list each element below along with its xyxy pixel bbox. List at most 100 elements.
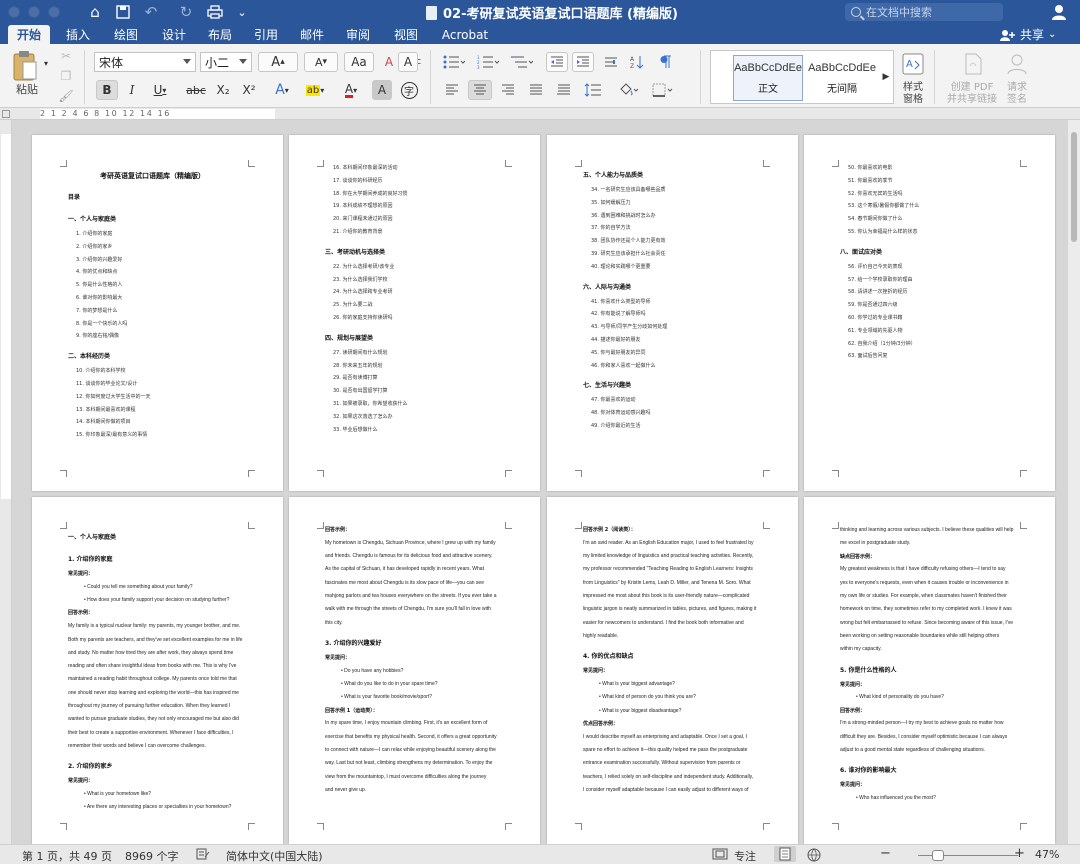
home-icon[interactable]: ⌂ bbox=[85, 2, 105, 22]
justify-button[interactable] bbox=[524, 80, 548, 100]
search-field[interactable] bbox=[845, 3, 1003, 21]
tab-review[interactable]: 审阅 bbox=[338, 25, 378, 44]
vertical-scrollbar[interactable] bbox=[1068, 120, 1080, 844]
increase-indent-button[interactable] bbox=[572, 52, 594, 72]
char-border-button[interactable]: A bbox=[398, 52, 418, 72]
tab-draw[interactable]: 绘图 bbox=[106, 25, 146, 44]
superscript-button[interactable]: X² bbox=[238, 80, 260, 100]
style-no-spacing[interactable]: AaBbCcDdEe 无间隔 bbox=[807, 55, 877, 101]
language-status[interactable]: 简体中文(中国大陆) bbox=[226, 848, 323, 864]
text-effects-button[interactable]: A ▾ bbox=[268, 80, 296, 100]
focus-mode-label[interactable]: 专注 bbox=[734, 848, 756, 864]
styles-more-chevron-icon[interactable]: ▶ bbox=[879, 67, 893, 87]
align-right-button[interactable] bbox=[496, 80, 520, 100]
highlight-button[interactable]: ab ▾ bbox=[300, 80, 330, 100]
decrease-indent-button[interactable] bbox=[546, 52, 568, 72]
scrollbar-thumb[interactable] bbox=[1071, 132, 1077, 242]
zoom-in-icon[interactable]: + bbox=[1014, 846, 1025, 861]
grow-font-button[interactable]: A ▴ bbox=[258, 52, 298, 72]
cut-icon[interactable]: ✂ bbox=[58, 48, 74, 64]
tab-stop-selector-icon[interactable] bbox=[2, 110, 10, 118]
document-canvas[interactable]: 考研英语复试口语题库（精编版） 目录 一、个人与家庭类 1. 介绍你的家庭 2. 介绍你… bbox=[12, 121, 1068, 844]
show-marks-button[interactable] bbox=[654, 52, 676, 72]
bold-button[interactable]: B bbox=[96, 80, 118, 100]
subscript-button[interactable]: X₂ bbox=[212, 80, 234, 100]
strikethrough-button[interactable]: abc bbox=[182, 80, 210, 100]
multilevel-list-icon bbox=[511, 56, 533, 68]
save-icon[interactable] bbox=[113, 2, 133, 22]
document-page[interactable]: 50. 你最喜欢的电影 51. 你最喜欢的季节 52. 你喜欢无宾的生活吗 53. 这… bbox=[804, 135, 1055, 491]
zoom-window-button[interactable] bbox=[48, 6, 60, 18]
change-case-button[interactable]: Aa bbox=[344, 52, 374, 72]
customize-toolbar-icon[interactable]: ⌄ bbox=[232, 2, 252, 22]
tab-acrobat[interactable]: Acrobat bbox=[436, 25, 494, 44]
italic-button[interactable]: I bbox=[122, 80, 142, 100]
close-window-button[interactable] bbox=[8, 6, 20, 18]
shading-button[interactable] bbox=[614, 80, 644, 100]
tab-insert[interactable]: 插入 bbox=[58, 25, 98, 44]
sort-button[interactable]: AZ bbox=[626, 52, 648, 72]
document-page[interactable]: 16. 本科期间印象最深的活动 17. 谈谈你的科研经历 18. 你在大学期间养成的… bbox=[289, 135, 540, 491]
print-layout-view-icon[interactable] bbox=[774, 846, 796, 862]
numbering-button[interactable]: 123 bbox=[474, 52, 502, 72]
tab-home[interactable]: 开始 bbox=[8, 25, 50, 44]
request-signature-button[interactable] bbox=[1004, 50, 1030, 78]
search-input[interactable] bbox=[866, 5, 986, 19]
enclose-char-button[interactable]: 字 bbox=[398, 80, 420, 100]
tab-references[interactable]: 引用 bbox=[246, 25, 286, 44]
horizontal-ruler[interactable]: 2 1 2 4 6 8 10 12 14 16 bbox=[0, 108, 1080, 120]
undo-icon[interactable]: ↶ bbox=[141, 2, 161, 22]
style-normal[interactable]: AaBbCcDdEe 正文 bbox=[733, 55, 803, 101]
tab-view[interactable]: 视图 bbox=[386, 25, 426, 44]
align-center-button[interactable] bbox=[468, 80, 492, 100]
account-icon[interactable] bbox=[1050, 3, 1068, 21]
page-text-line: 16. 本科期间印象最深的活动 bbox=[333, 165, 398, 171]
word-count[interactable]: 8969 个字 bbox=[125, 848, 179, 864]
distributed-button[interactable] bbox=[552, 80, 576, 100]
page-count[interactable]: 第 1 页，共 49 页 bbox=[22, 848, 112, 864]
document-page[interactable]: thinking and learning across various sub… bbox=[804, 497, 1055, 844]
document-page[interactable]: 回答示例： My hometown is Chengdu, Sichuan Pro… bbox=[289, 497, 540, 844]
focus-mode-icon[interactable] bbox=[712, 848, 728, 863]
proofing-icon[interactable] bbox=[196, 848, 210, 863]
tab-layout[interactable]: 布局 bbox=[200, 25, 240, 44]
vertical-ruler[interactable] bbox=[0, 120, 12, 844]
tab-design[interactable]: 设计 bbox=[154, 25, 194, 44]
page-text-line: maintained a reading habit throughout co… bbox=[68, 676, 237, 683]
print-icon[interactable] bbox=[205, 2, 225, 22]
font-size-select[interactable]: 小二 bbox=[200, 52, 252, 72]
char-shading-button[interactable]: A bbox=[372, 80, 392, 100]
chinese-layout-button[interactable] bbox=[600, 52, 622, 72]
zoom-out-icon[interactable]: − bbox=[880, 846, 891, 861]
share-button[interactable]: 共享 ⌄ bbox=[1000, 25, 1056, 44]
styles-pane-button[interactable]: A bbox=[900, 50, 926, 78]
paste-options-chevron-icon[interactable]: ▾ bbox=[42, 58, 50, 68]
underline-button[interactable]: U ▾ bbox=[146, 80, 174, 100]
copy-icon[interactable]: ❐ bbox=[58, 68, 74, 84]
zoom-level[interactable]: 47% bbox=[1035, 848, 1059, 861]
page-text-line: thinking and learning across various sub… bbox=[840, 527, 1014, 533]
create-pdf-button[interactable] bbox=[960, 50, 986, 78]
zoom-slider-thumb[interactable] bbox=[932, 850, 944, 861]
format-painter-icon[interactable]: 🖌 bbox=[58, 88, 74, 104]
document-page[interactable]: 五、个人能力与品质类 34. 一名研究生应该具备哪些品质 35. 如何缓解压力 36.… bbox=[547, 135, 798, 491]
borders-button[interactable] bbox=[648, 80, 678, 100]
align-left-button[interactable] bbox=[440, 80, 464, 100]
document-page[interactable]: 一、个人与家庭类 1. 介绍你的家庭 常见提问： • Could you tell m… bbox=[32, 497, 283, 844]
document-page[interactable]: 回答示例 2（阅读类）： I'm an avid reader. As an En… bbox=[547, 497, 798, 844]
status-bar: 第 1 页，共 49 页 8969 个字 简体中文(中国大陆) 专注 − + 4… bbox=[0, 844, 1080, 864]
shrink-font-button[interactable]: A ▾ bbox=[304, 52, 338, 72]
page-text-line: one should never stop learning and explo… bbox=[68, 689, 239, 696]
minimize-window-button[interactable] bbox=[28, 6, 40, 18]
tab-mailings[interactable]: 邮件 bbox=[292, 25, 332, 44]
multilevel-list-button[interactable] bbox=[508, 52, 536, 72]
redo-icon[interactable]: ↻ bbox=[176, 2, 196, 22]
document-page[interactable]: 考研英语复试口语题库（精编版） 目录 一、个人与家庭类 1. 介绍你的家庭 2. 介绍你… bbox=[32, 135, 283, 491]
paste-button[interactable] bbox=[8, 48, 42, 84]
line-spacing-button[interactable] bbox=[580, 80, 610, 100]
bullets-button[interactable] bbox=[440, 52, 468, 72]
web-layout-view-icon[interactable] bbox=[806, 848, 822, 864]
font-name-select[interactable]: 宋体 bbox=[94, 52, 196, 72]
font-color-button[interactable]: A ▾ bbox=[336, 80, 366, 100]
clear-format-button[interactable]: A bbox=[378, 52, 400, 72]
